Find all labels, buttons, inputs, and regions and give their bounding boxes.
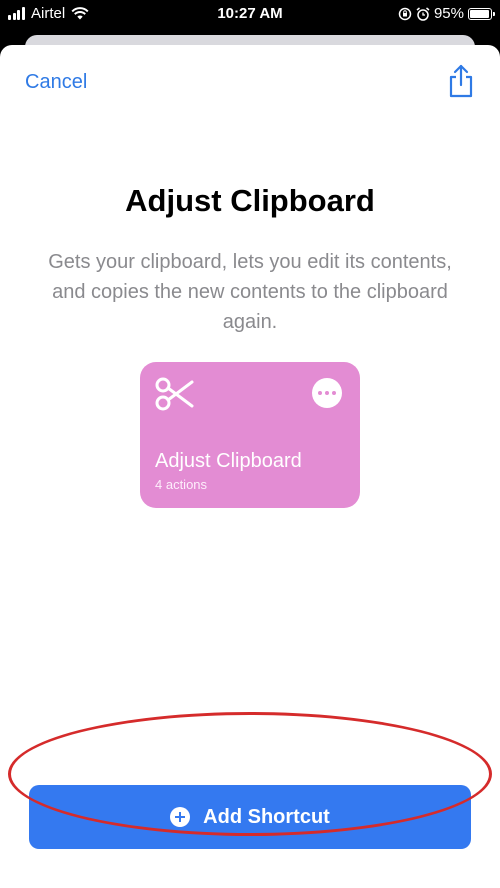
add-shortcut-label: Add Shortcut [203,805,330,828]
share-icon[interactable] [446,63,476,99]
more-dot [332,391,336,395]
shortcut-sheet: Cancel Adjust Clipboard Gets your clipbo… [0,45,500,888]
cancel-button[interactable]: Cancel [25,71,87,94]
alarm-icon [416,6,430,21]
battery-percent: 95% [433,5,464,22]
scissors-icon [155,377,194,411]
card-name: Adjust Clipboard [155,450,302,472]
status-bar: Airtel 10:27 AM 95% [0,0,500,30]
lock-rotation-icon [398,7,412,20]
more-dot [325,391,329,395]
plus-circle-icon [170,807,191,827]
card-action-count: 4 actions [155,477,208,492]
battery-fill [470,9,489,18]
shortcut-description: Gets your clipboard, lets you edit its c… [48,251,452,333]
add-shortcut-button[interactable]: Add Shortcut [29,785,471,849]
shortcut-title: Adjust Clipboard [125,183,375,218]
more-dot [318,391,322,395]
battery-icon [468,7,495,20]
shortcut-card[interactable]: Adjust Clipboard 4 actions [140,362,360,508]
more-options-button[interactable] [312,378,342,408]
status-right: 95% [398,5,495,22]
